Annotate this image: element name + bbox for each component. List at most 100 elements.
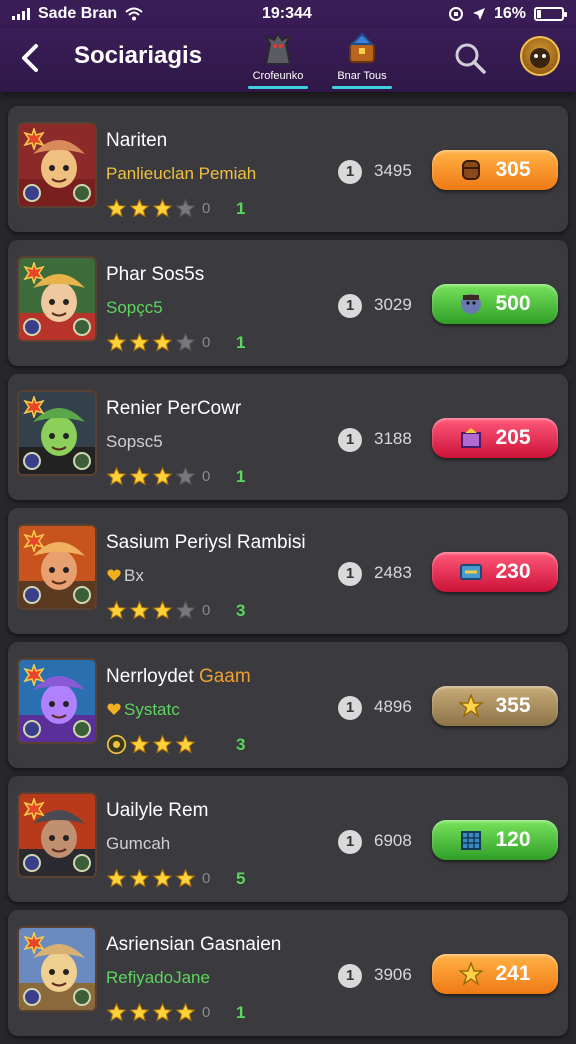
reward-button[interactable]: 355	[432, 686, 558, 726]
player-points: 3906	[374, 965, 412, 984]
player-card[interactable]: Asriensian Gasnaien RefiyadoJane 0 1 1 3…	[8, 910, 568, 1036]
star-empty-icon	[175, 466, 196, 486]
player-name: Nariten	[106, 130, 168, 151]
avatar[interactable]	[520, 36, 560, 76]
player-portrait	[17, 524, 97, 610]
player-points: 2483	[374, 563, 412, 582]
player-name: Nerrloydet Gaam	[106, 666, 251, 687]
star-filled-icon	[106, 868, 127, 888]
search-icon[interactable]	[452, 40, 488, 76]
face-icon	[461, 294, 482, 314]
rank-icon: 1	[338, 294, 362, 318]
star-filled-icon	[106, 1002, 127, 1022]
back-button[interactable]	[14, 40, 46, 76]
faction-badge-icon	[73, 720, 91, 738]
faction-badge-icon	[73, 184, 91, 202]
tab-crofeunko[interactable]: Crofeunko	[238, 30, 318, 89]
star-score: 0	[202, 1004, 211, 1021]
star-filled-icon	[175, 734, 196, 754]
player-list: Nariten Panlieuclan Pemiah 0 1 1 3495 30…	[8, 106, 568, 1044]
rank-badge-icon	[23, 932, 45, 954]
class-badge-icon	[23, 720, 41, 738]
rank-badge-icon	[23, 128, 45, 150]
star-filled-icon	[175, 1002, 196, 1022]
heart-icon	[107, 569, 121, 581]
rank-icon: 1	[338, 562, 362, 586]
player-subtitle: Sopçc5	[106, 298, 163, 317]
reward-button[interactable]: 120	[432, 820, 558, 860]
star-filled-icon	[106, 600, 127, 620]
reward-button[interactable]: 205	[432, 418, 558, 458]
star-rating: 0	[106, 466, 210, 487]
faction-badge-icon	[73, 586, 91, 604]
star-filled-icon	[129, 198, 150, 218]
player-name: Sasium Periysl Rambisi	[106, 532, 306, 553]
reward-button[interactable]: 241	[432, 954, 558, 994]
location-icon	[472, 8, 485, 20]
battery-level	[537, 10, 541, 18]
rank-icon: 1	[338, 160, 362, 184]
player-count: 1	[236, 1003, 246, 1022]
faction-badge-icon	[73, 318, 91, 336]
reward-button[interactable]: 305	[432, 150, 558, 190]
coin-icon	[106, 734, 127, 755]
player-count: 3	[236, 735, 246, 754]
reward-value: 205	[495, 426, 531, 449]
player-card[interactable]: Nerrloydet Gaam Systatc 3 1 4896 355	[8, 642, 568, 768]
treasure-chest-icon	[349, 32, 375, 63]
player-card[interactable]: Renier PerCowr Sopsc5 0 1 1 3188 205	[8, 374, 568, 500]
crate-icon	[461, 831, 482, 850]
star-score: 0	[202, 602, 211, 619]
star-filled-icon	[129, 466, 150, 486]
reward-value: 230	[495, 560, 531, 583]
faction-badge-icon	[73, 452, 91, 470]
player-subtitle: Systatc	[106, 700, 180, 720]
star-score: 0	[202, 468, 211, 485]
player-count: 1	[236, 333, 246, 352]
player-name: Phar Sos5s	[106, 264, 205, 285]
star-score: 0	[202, 334, 211, 351]
star-rating: 0	[106, 868, 210, 889]
signal-icon	[12, 8, 30, 20]
reward-value: 241	[495, 962, 531, 985]
carrier-label: Sade Bran	[38, 5, 118, 22]
player-card[interactable]: Phar Sos5s Sopçc5 0 1 1 3029 500	[8, 240, 568, 366]
rank-icon: 1	[338, 964, 362, 988]
star-score: 0	[202, 200, 211, 217]
tab-underline	[332, 86, 392, 89]
class-badge-icon	[23, 184, 41, 202]
player-points: 3188	[374, 429, 412, 448]
ticket-icon	[460, 564, 483, 580]
player-card[interactable]: Sasium Periysl Rambisi Bx 0 3 1 2483 230	[8, 508, 568, 634]
avatar-face-icon	[530, 48, 550, 68]
tab-underline	[248, 86, 308, 89]
player-name: Renier PerCowr	[106, 398, 242, 419]
rank-badge-icon	[23, 798, 45, 820]
player-card[interactable]: Nariten Panlieuclan Pemiah 0 1 1 3495 30…	[8, 106, 568, 232]
reward-button[interactable]: 230	[432, 552, 558, 592]
player-portrait	[17, 390, 97, 476]
player-points: 3029	[374, 295, 412, 314]
player-portrait	[17, 122, 97, 208]
player-points: 6908	[374, 831, 412, 850]
tab-bnar-tous[interactable]: Bnar Tous	[322, 30, 402, 89]
rank-icon: 1	[338, 428, 362, 452]
star-filled-icon	[129, 734, 150, 754]
faction-badge-icon	[73, 988, 91, 1006]
star-rating: 0	[106, 332, 210, 353]
star-filled-icon	[129, 332, 150, 352]
barrel-icon	[462, 160, 481, 180]
player-subtitle: Bx	[106, 566, 144, 586]
star-score: 0	[202, 870, 211, 887]
star-filled-icon	[152, 600, 173, 620]
faction-badge-icon	[73, 854, 91, 872]
player-subtitle: Sopsc5	[106, 432, 163, 451]
reward-button[interactable]: 500	[432, 284, 558, 324]
star-burst-icon	[459, 962, 484, 986]
star-filled-icon	[152, 198, 173, 218]
status-right: 16%	[448, 5, 567, 23]
player-card[interactable]: Uailyle Rem Gumcah 0 5 1 6908 120	[8, 776, 568, 902]
star-empty-icon	[175, 332, 196, 352]
player-subtitle: Gumcah	[106, 834, 171, 853]
rank-badge-icon	[23, 262, 45, 284]
